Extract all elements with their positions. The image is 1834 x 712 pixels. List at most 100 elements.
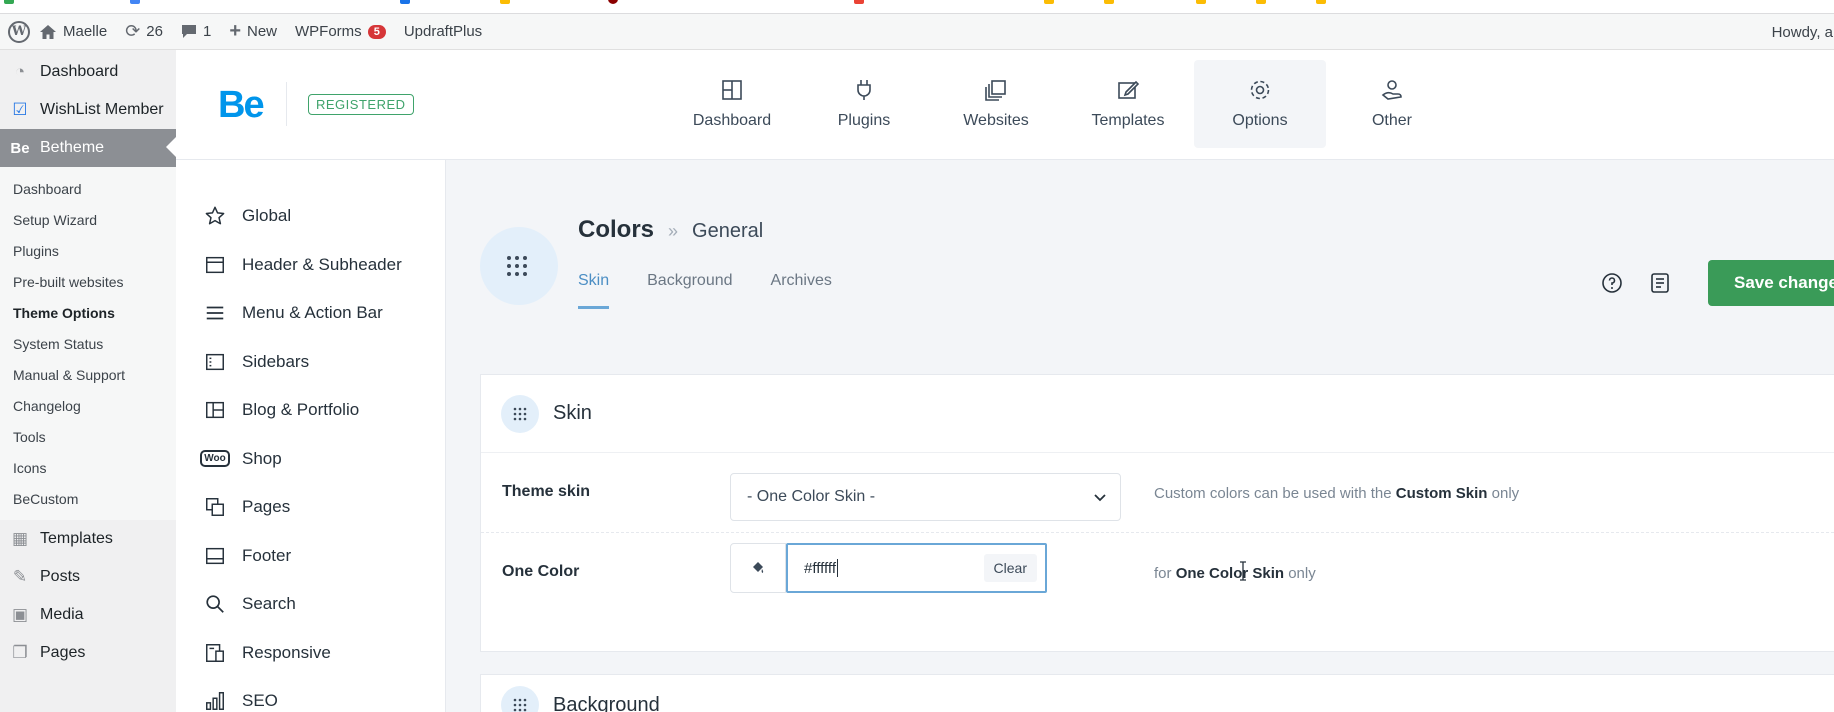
submenu-icons[interactable]: Icons — [0, 452, 176, 483]
wpforms-label: WPForms — [295, 23, 362, 40]
submenu-changelog[interactable]: Changelog — [0, 390, 176, 421]
options-sidebar: Global Header & Subheader Menu & Action … — [176, 160, 446, 712]
menu-label: Betheme — [40, 139, 105, 156]
nav-templates[interactable]: Templates — [1062, 60, 1194, 148]
submenu-tools[interactable]: Tools — [0, 421, 176, 452]
updates-link[interactable]: ⟳ 26 — [116, 14, 172, 50]
hint-text: only — [1284, 565, 1316, 582]
options-nav-blog-portfolio[interactable]: Blog & Portfolio — [176, 386, 445, 435]
wpforms-badge: 5 — [367, 24, 386, 39]
submenu-prebuilt-websites[interactable]: Pre-built websites — [0, 266, 176, 297]
bookmark-icon[interactable] — [1256, 0, 1266, 4]
nav-dashboard[interactable]: Dashboard — [666, 60, 798, 148]
bookmark-icon[interactable] — [608, 0, 618, 4]
options-nav-search[interactable]: Search — [176, 580, 445, 629]
menu-pages[interactable]: ❐ Pages — [0, 634, 176, 672]
wpforms-link[interactable]: WPForms 5 — [286, 14, 395, 50]
nav-label: Plugins — [837, 112, 891, 129]
comments-count: 1 — [202, 23, 212, 40]
header-divider — [286, 82, 287, 126]
submenu-theme-options[interactable]: Theme Options — [0, 297, 176, 328]
bookmark-icon[interactable] — [1196, 0, 1206, 4]
options-nav-menu-action-bar[interactable]: Menu & Action Bar — [176, 289, 445, 338]
bookmark-icon[interactable] — [500, 0, 510, 4]
clear-color-button[interactable]: Clear — [983, 554, 1037, 582]
bookmark-icon[interactable] — [854, 0, 864, 4]
bookmark-icon[interactable] — [4, 0, 14, 4]
theme-skin-hint: Custom colors can be used with the Custo… — [1154, 485, 1519, 502]
new-content-link[interactable]: + New — [220, 14, 286, 50]
bookmark-icon[interactable] — [1044, 0, 1054, 4]
bar-chart-icon — [206, 692, 224, 711]
hand-person-icon — [1381, 80, 1402, 100]
hamburger-menu-icon — [206, 306, 224, 320]
bookmark-icon[interactable] — [130, 0, 140, 4]
options-nav-label: Search — [242, 594, 296, 614]
menu-dashboard[interactable]: ◔ Dashboard — [0, 53, 176, 91]
browser-bookmark-strip — [0, 0, 1834, 14]
options-nav-sidebars[interactable]: Sidebars — [176, 338, 445, 387]
hint-text: Custom colors can be used with the — [1154, 485, 1396, 502]
submenu-becustom[interactable]: BeCustom — [0, 483, 176, 514]
wp-admin-menu: ◔ Dashboard ☑ WishList Member Be Betheme… — [0, 50, 176, 712]
star-icon — [205, 206, 225, 225]
hint-bold: Custom Skin — [1395, 485, 1488, 502]
comment-icon — [181, 25, 196, 38]
menu-posts[interactable]: ✎ Posts — [0, 558, 176, 596]
submenu-manual-support[interactable]: Manual & Support — [0, 359, 176, 390]
tab-background[interactable]: Background — [647, 272, 732, 309]
options-nav-header-subheader[interactable]: Header & Subheader — [176, 241, 445, 290]
menu-label: Templates — [40, 530, 113, 547]
comments-link[interactable]: 1 — [172, 14, 220, 50]
site-name-link[interactable]: Maelle — [30, 14, 116, 50]
menu-wishlist-member[interactable]: ☑ WishList Member — [0, 91, 176, 129]
nav-options[interactable]: Options — [1194, 60, 1326, 148]
theme-skin-value: - One Color Skin - — [747, 488, 876, 505]
bookmark-icon[interactable] — [400, 0, 410, 4]
options-nav-responsive[interactable]: Responsive — [176, 629, 445, 678]
save-changes-button[interactable]: Save changes — [1708, 260, 1834, 306]
one-color-input[interactable]: #ffffff Clear — [786, 543, 1246, 593]
submenu-system-status[interactable]: System Status — [0, 328, 176, 359]
submenu-plugins[interactable]: Plugins — [0, 235, 176, 266]
user-account-link[interactable]: Howdy, a — [1763, 14, 1834, 50]
responsive-devices-icon — [206, 643, 224, 662]
skin-card: Skin Theme skin - One Color Skin - Custo… — [480, 374, 1834, 652]
options-nav-seo[interactable]: SEO — [176, 677, 445, 712]
wordpress-logo-icon[interactable]: W — [8, 20, 30, 43]
bookmark-icon[interactable] — [1104, 0, 1114, 4]
theme-skin-select[interactable]: - One Color Skin - — [730, 473, 1121, 521]
nav-other[interactable]: Other — [1326, 60, 1458, 148]
pages-copy-icon — [206, 498, 224, 517]
color-picker-button[interactable] — [730, 543, 786, 593]
updraftplus-link[interactable]: UpdraftPlus — [395, 14, 491, 50]
menu-media[interactable]: ▣ Media — [0, 596, 176, 634]
menu-templates[interactable]: ▦ Templates — [0, 520, 176, 558]
help-circle-icon[interactable] — [1600, 271, 1624, 295]
submenu-dashboard[interactable]: Dashboard — [0, 173, 176, 204]
tab-skin[interactable]: Skin — [578, 272, 610, 309]
nav-label: Dashboard — [692, 112, 772, 129]
nav-plugins[interactable]: Plugins — [798, 60, 930, 148]
menu-label: Posts — [40, 568, 81, 585]
header-layout-icon — [206, 256, 224, 273]
pages-icon: ❐ — [12, 643, 28, 662]
submenu-setup-wizard[interactable]: Setup Wizard — [0, 204, 176, 235]
options-nav-footer[interactable]: Footer — [176, 532, 445, 581]
nav-label: Websites — [963, 112, 1029, 129]
options-nav-shop[interactable]: Woo Shop — [176, 435, 445, 484]
registered-badge: REGISTERED — [308, 94, 414, 115]
stacked-pages-icon — [985, 80, 1006, 101]
menu-label: Pages — [40, 644, 86, 661]
options-nav-label: Pages — [242, 497, 291, 517]
notes-icon[interactable] — [1648, 271, 1672, 295]
tab-archives[interactable]: Archives — [771, 272, 832, 309]
menu-betheme[interactable]: Be Betheme — [0, 129, 176, 167]
nav-websites[interactable]: Websites — [930, 60, 1062, 148]
options-nav-global[interactable]: Global — [176, 192, 445, 241]
bookmark-icon[interactable] — [1316, 0, 1326, 4]
one-color-value: #ffffff — [804, 559, 836, 577]
menu-label: Dashboard — [40, 63, 119, 80]
options-nav-pages[interactable]: Pages — [176, 483, 445, 532]
skin-card-header: Skin — [481, 375, 1834, 453]
